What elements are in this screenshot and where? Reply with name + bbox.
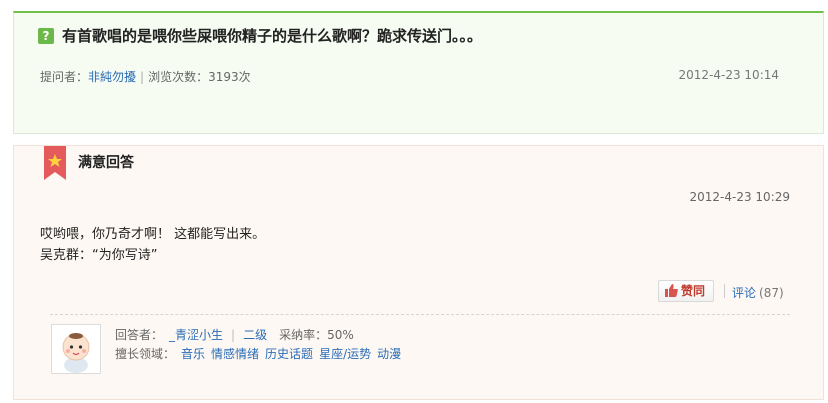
- expertise-tag-history[interactable]: 历史话题: [265, 347, 313, 361]
- answer-time: 2012-4-23 10:29: [689, 190, 791, 204]
- question-meta: 提问者：非純勿擾 | 浏览次数：3193次: [40, 68, 251, 85]
- answer-line: 吴克群：“为你写诗”: [40, 248, 158, 263]
- answerer-name-link[interactable]: _青涩小生: [169, 328, 223, 342]
- answerer-divider: [50, 314, 790, 315]
- question-time: 2012-4-23 10:14: [678, 68, 780, 82]
- best-answer-ribbon-icon: [44, 146, 66, 180]
- answerer-level-link[interactable]: 二级: [243, 328, 267, 342]
- expertise-tag-music[interactable]: 音乐: [181, 347, 205, 361]
- asker-name-link[interactable]: 非純勿擾: [88, 70, 136, 84]
- expertise-label: 擅长领域：: [115, 347, 176, 361]
- question-panel: ? 有首歌唱的是喂你些屎喂你精子的是什么歌啊？跪求传送门。。。 提问者：非純勿擾…: [13, 11, 824, 134]
- agree-label: 赞同: [681, 284, 706, 298]
- answer-content: 哎哟喂，你乃奇才啊！ 这都能写出来。 吴克群：“为你写诗”: [40, 224, 265, 266]
- expertise-tag-horoscope[interactable]: 星座/运势: [319, 347, 371, 361]
- best-answer-panel: 满意回答 2012-4-23 10:29 哎哟喂，你乃奇才啊！ 这都能写出来。 …: [13, 145, 824, 400]
- expertise-tag-emotion[interactable]: 情感情绪: [211, 347, 259, 361]
- comment-label: 评论: [732, 286, 757, 300]
- views-label: 浏览次数：: [148, 70, 209, 84]
- question-icon: ?: [38, 28, 54, 44]
- answerer-separator: |: [231, 328, 236, 342]
- answerer-info: 回答者： _青涩小生 | 二级 采纳率：50%: [115, 326, 354, 343]
- asker-label: 提问者：: [40, 70, 89, 84]
- comment-count: (87): [759, 286, 784, 300]
- best-answer-header: 满意回答: [78, 155, 134, 171]
- thumbs-up-icon: [665, 284, 678, 297]
- adopt-rate-value: 50%: [327, 328, 354, 342]
- question-title: 有首歌唱的是喂你些屎喂你精子的是什么歌啊？跪求传送门。。。: [62, 27, 483, 45]
- agree-button[interactable]: 赞同: [658, 280, 714, 302]
- answerer-avatar[interactable]: [51, 324, 101, 374]
- views-count: 3193次: [208, 70, 251, 84]
- expertise-row: 擅长领域： 音乐 情感情绪 历史话题 星座/运势 动漫: [115, 345, 407, 362]
- baby-avatar-icon: [52, 325, 100, 373]
- expertise-tag-anime[interactable]: 动漫: [377, 347, 401, 361]
- adopt-rate-label: 采纳率：: [279, 328, 328, 342]
- action-divider: [724, 284, 725, 298]
- answerer-label: 回答者：: [115, 328, 164, 342]
- answer-line: 哎哟喂，你乃奇才啊！ 这都能写出来。: [40, 227, 266, 242]
- meta-separator: |: [140, 70, 145, 84]
- comment-link[interactable]: 评论 (87): [732, 284, 784, 301]
